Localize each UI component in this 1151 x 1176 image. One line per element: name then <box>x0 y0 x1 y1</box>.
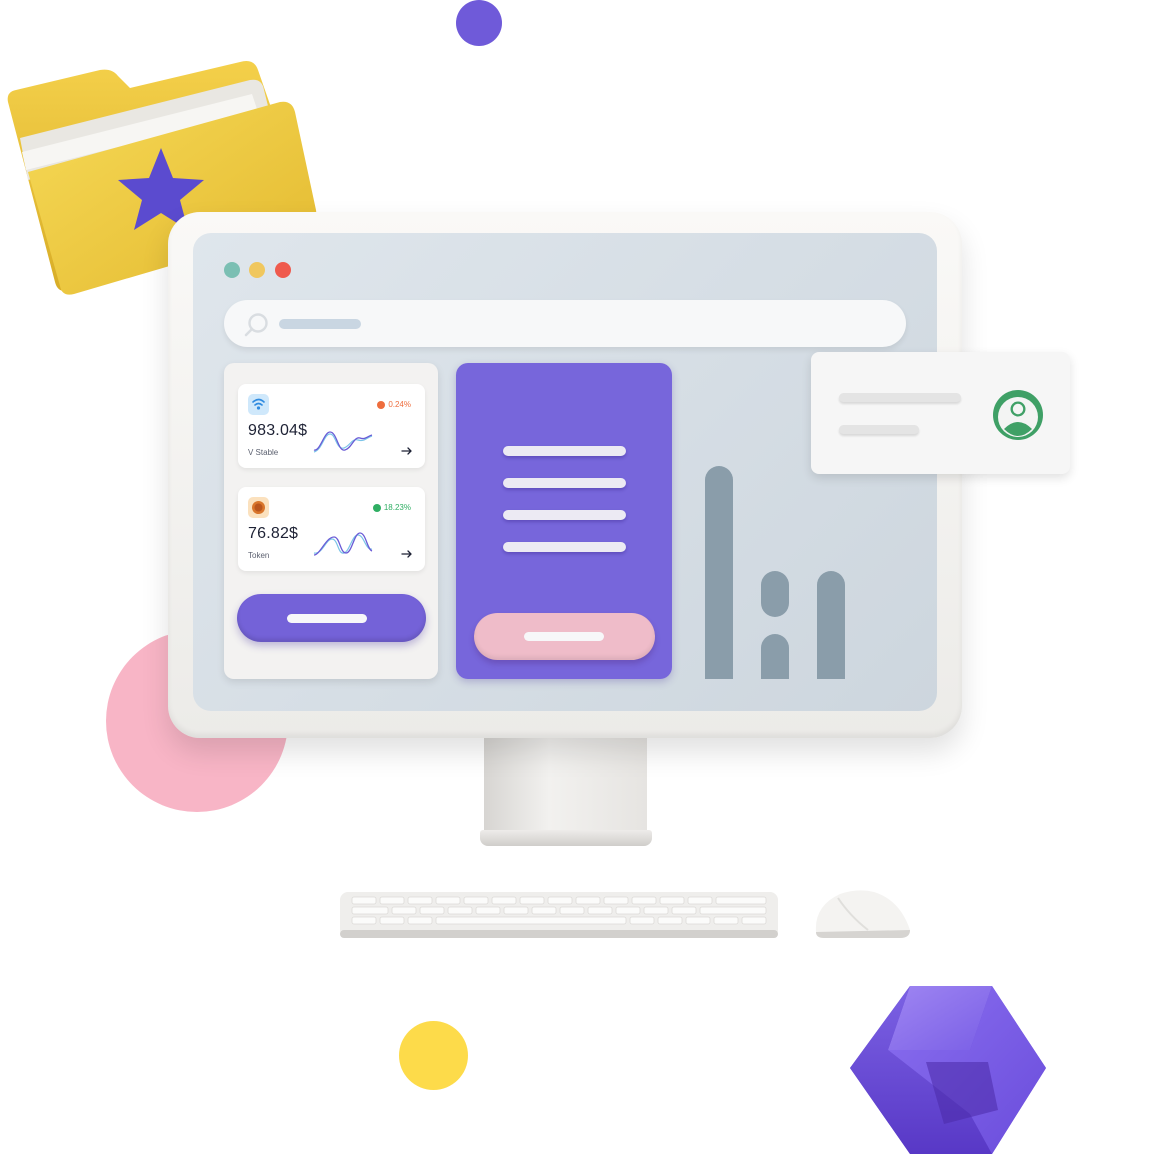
window-maximize-button[interactable] <box>275 262 291 278</box>
chart-bar <box>761 634 789 679</box>
window-minimize-button[interactable] <box>249 262 265 278</box>
change-value: 0.24% <box>388 400 411 409</box>
mouse-icon <box>815 890 910 938</box>
asset-card[interactable]: 0.24% 983.04$ V Stable <box>238 384 425 468</box>
arrow-right-icon[interactable] <box>401 446 413 456</box>
search-icon <box>244 313 268 337</box>
search-placeholder-bar <box>279 319 361 329</box>
button-label-bar <box>287 614 367 623</box>
text-line <box>503 478 626 488</box>
decor-purple-dot <box>456 0 502 46</box>
chart-bar <box>761 571 789 617</box>
profile-text-line <box>839 393 961 402</box>
text-line <box>503 446 626 456</box>
change-badge: 0.24% <box>377 400 411 409</box>
monitor-stand-base <box>480 830 652 846</box>
window-close-button[interactable] <box>224 262 240 278</box>
asset-label: Token <box>248 551 270 560</box>
text-line <box>503 510 626 520</box>
decor-yellow-dot <box>399 1021 468 1090</box>
button-label-bar <box>524 632 604 641</box>
primary-action-button[interactable] <box>237 594 426 642</box>
secondary-action-button[interactable] <box>474 613 655 660</box>
text-line <box>503 542 626 552</box>
chart-bar <box>705 466 733 679</box>
chart-bar <box>817 571 845 679</box>
monitor-stand <box>484 730 647 840</box>
asset-label: V Stable <box>248 448 279 457</box>
trend-down-icon <box>377 400 386 409</box>
arrow-right-icon[interactable] <box>401 549 413 559</box>
asset-value: 983.04$ <box>248 422 308 439</box>
cube-icon <box>850 986 1046 1154</box>
change-value: 18.23% <box>383 503 411 512</box>
sparkline-chart <box>313 431 373 453</box>
trend-up-icon <box>372 503 381 512</box>
profile-text-line <box>839 425 919 434</box>
orange-coin-icon <box>248 497 269 518</box>
user-avatar-icon[interactable] <box>992 389 1044 441</box>
wifi-coin-icon <box>248 394 269 415</box>
asset-card[interactable]: 18.23% 76.82$ Token <box>238 487 425 571</box>
asset-value: 76.82$ <box>248 525 299 542</box>
keyboard-icon <box>340 892 778 938</box>
change-badge: 18.23% <box>372 503 411 512</box>
sparkline-chart <box>313 532 373 556</box>
